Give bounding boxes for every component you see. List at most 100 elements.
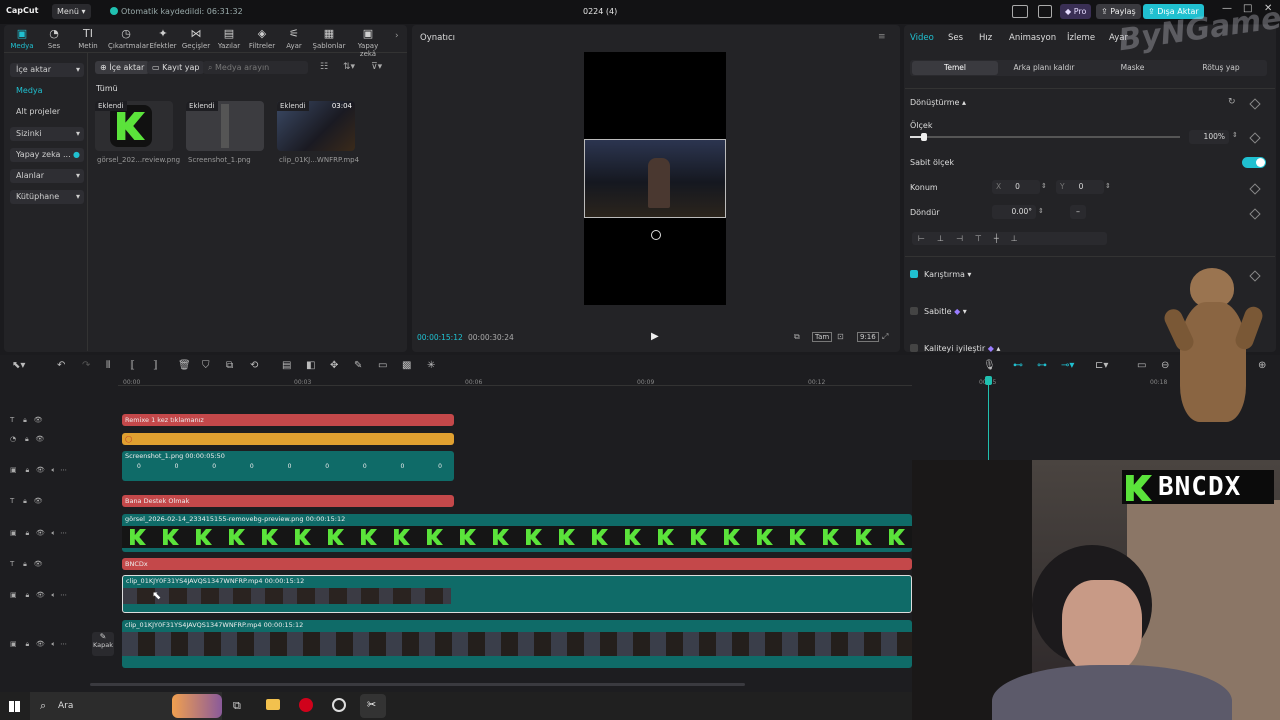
caption-toggle-icon[interactable]: ▭ xyxy=(1137,360,1146,371)
text-clip[interactable]: BNCDx xyxy=(122,558,912,570)
import-button[interactable]: ⊕ İçe aktar xyxy=(95,61,150,74)
windows-start-icon[interactable] xyxy=(9,701,20,712)
scale-slider-handle[interactable] xyxy=(921,133,927,141)
transform-tool-icon[interactable]: ⟲ xyxy=(250,360,258,371)
preview-axis-icon[interactable]: ⊏▾ xyxy=(1095,360,1108,371)
rotate-handle-icon[interactable] xyxy=(651,230,661,240)
scale-slider[interactable] xyxy=(910,136,1180,138)
stepper-icon[interactable]: ⇕ xyxy=(1041,182,1047,190)
media-item[interactable]: Eklendi 03:04 xyxy=(277,101,355,151)
mic-icon[interactable]: 🎙︎ xyxy=(983,360,996,371)
layout-icon[interactable] xyxy=(1012,5,1028,18)
tab-speed[interactable]: Hız xyxy=(979,33,992,43)
trim-right-icon[interactable]: ⟧ xyxy=(153,360,158,371)
text-clip[interactable]: Remixe 1 kez tıklamanız xyxy=(122,414,454,426)
video-clip-main[interactable]: clip_01KJY0F31YS4JAVQS1347WNFRP.mp4 00:0… xyxy=(122,620,912,668)
tab-captions[interactable]: ▤ Yazılar xyxy=(211,28,247,51)
speed-tool-icon[interactable]: ◧ xyxy=(306,360,315,371)
stepper-icon[interactable]: ⇕ xyxy=(1038,207,1044,215)
menu-icon[interactable]: ≡ xyxy=(878,32,886,42)
track-controls[interactable]: ▣ 🔒︎ 👁︎ 🔈︎ ⋯ xyxy=(10,466,67,475)
subtab-basic[interactable]: Temel xyxy=(912,63,998,72)
image-clip[interactable]: görsel_2026-02-14_233415155-removebg-pre… xyxy=(122,514,912,552)
track-controls[interactable]: ▣ 🔒︎ 👁︎ 🔈︎ ⋯ xyxy=(10,640,67,649)
sidebar-item-yours[interactable]: Sizinki ▾ xyxy=(10,127,84,141)
cover-button[interactable]: ✎ Kapak xyxy=(92,632,114,656)
filter-all[interactable]: Tümü xyxy=(96,84,118,93)
link-icon[interactable]: ⊷ xyxy=(1013,360,1023,371)
ratio-button[interactable]: 9:16 xyxy=(857,332,879,342)
fullscreen-icon[interactable]: ⤢ xyxy=(882,332,888,342)
subtitle-tool-icon[interactable]: ▤ xyxy=(282,360,291,371)
track-controls[interactable]: ◔ 🔒︎ 👁︎ xyxy=(10,435,44,444)
sidebar-item-library[interactable]: Kütüphane ▾ xyxy=(10,190,84,204)
shortcut-icon[interactable] xyxy=(1038,5,1052,18)
stabilize-section[interactable]: Sabitle ◆ ▾ xyxy=(924,307,967,316)
sidebar-item-subprojects[interactable]: Alt projeler xyxy=(10,105,84,119)
tab-effects[interactable]: ✦ Efektler xyxy=(145,28,181,51)
tab-tracking[interactable]: İzleme xyxy=(1067,33,1095,43)
redo-icon[interactable]: ↷ xyxy=(82,360,90,371)
video-clip-selected[interactable]: clip_01KJY0F31YS4JAVQS1347WNFRP.mp4 00:0… xyxy=(122,575,912,613)
tab-ai[interactable]: ▣ Yapay zekâ xyxy=(350,28,386,59)
reset-icon[interactable]: ↻ xyxy=(1228,97,1236,107)
undo-icon[interactable]: ↶ xyxy=(57,360,65,371)
freeze-tool-icon[interactable]: ✳ xyxy=(427,360,435,371)
pro-button[interactable]: ◆ Pro xyxy=(1060,4,1092,19)
filter-icon[interactable]: ⊽▾ xyxy=(371,62,382,72)
subtab-retouch[interactable]: Rötuş yap xyxy=(1178,63,1264,72)
select-tool-icon[interactable]: ⬉▾ xyxy=(12,360,25,371)
obs-icon[interactable] xyxy=(332,698,346,712)
sidebar-item-import[interactable]: İçe aktar ▾ xyxy=(10,63,84,77)
preview-canvas[interactable] xyxy=(584,52,726,305)
full-quality-button[interactable]: Tam xyxy=(812,332,833,342)
preview-video-frame[interactable] xyxy=(584,139,726,218)
media-item[interactable]: Eklendi xyxy=(95,101,173,151)
search-input[interactable]: ⌕ Medya arayın xyxy=(203,61,308,74)
share-button[interactable]: ⇪ Paylaş xyxy=(1096,4,1141,19)
tab-audio-inspector[interactable]: Ses xyxy=(948,33,963,43)
magic-tool-icon[interactable]: ✎ xyxy=(354,360,362,371)
image-tool-icon[interactable]: ▩ xyxy=(402,360,411,371)
tab-transitions[interactable]: ⋈ Geçişler xyxy=(178,28,214,51)
marker-icon[interactable]: ⛉ xyxy=(202,360,210,371)
blend-checkbox[interactable] xyxy=(910,270,918,278)
stepper-icon[interactable]: ⇕ xyxy=(1232,131,1238,139)
tab-stickers[interactable]: ◷ Çıkartmalar xyxy=(108,28,149,51)
linkage-icon[interactable]: ⊸▾ xyxy=(1061,360,1074,371)
tab-animation[interactable]: Animasyon xyxy=(1009,33,1056,43)
sidebar-item-media[interactable]: Medya xyxy=(10,84,84,98)
crop-icon[interactable]: ⧉ xyxy=(794,332,800,342)
playhead-handle[interactable] xyxy=(985,376,992,385)
track-controls[interactable]: T 🔒︎ 👁︎ xyxy=(10,416,42,425)
crop-tool-icon[interactable]: ⧉ xyxy=(226,360,233,371)
align-toolbar[interactable]: ⊢⊥⊣⊤┼⊥ xyxy=(912,232,1107,245)
taskbar-search[interactable]: ⌕ Ara xyxy=(30,692,222,720)
caption-tool-icon[interactable]: ▭ xyxy=(378,360,387,371)
sidebar-item-ai[interactable]: Yapay zeka ... ● xyxy=(10,148,84,162)
zoom-in-icon[interactable]: ⊕ xyxy=(1258,360,1266,371)
sort-icon[interactable]: ⇅▾ xyxy=(343,62,355,72)
text-clip[interactable]: Bana Destek Olmak xyxy=(122,495,454,507)
tab-audio[interactable]: ◔ Ses xyxy=(36,28,72,51)
pos-x-input[interactable]: X0 xyxy=(992,180,1040,194)
subtab-remove-bg[interactable]: Arka planı kaldır xyxy=(1000,63,1088,72)
file-explorer-icon[interactable] xyxy=(266,699,280,710)
trim-left-icon[interactable]: ⟦ xyxy=(130,360,135,371)
task-view-icon[interactable]: ⧉ xyxy=(233,699,241,713)
flip-button[interactable]: – xyxy=(1070,205,1086,219)
enhance-checkbox[interactable] xyxy=(910,344,918,352)
image-clip[interactable]: Screenshot_1.png 00:00:05:50 0 0 0 0 0 0 0 0 0 xyxy=(122,451,454,481)
split-icon[interactable]: ⫴ xyxy=(106,360,110,371)
stabilize-checkbox[interactable] xyxy=(910,307,918,315)
stabilize-tool-icon[interactable]: ✥ xyxy=(330,360,338,371)
menu-button[interactable]: Menü ▾ xyxy=(52,4,91,19)
capcut-taskbar-button[interactable]: ✂ xyxy=(360,694,386,718)
tab-filters[interactable]: ◈ Filtreler xyxy=(244,28,280,51)
tab-media[interactable]: ▣ Medya xyxy=(4,28,40,51)
opera-icon[interactable] xyxy=(299,698,313,712)
pos-y-input[interactable]: Y0 xyxy=(1056,180,1104,194)
tab-adjust[interactable]: ⚟ Ayar xyxy=(276,28,312,51)
play-icon[interactable]: ▶ xyxy=(651,331,659,342)
sticker-clip[interactable]: ◯ xyxy=(122,433,454,445)
